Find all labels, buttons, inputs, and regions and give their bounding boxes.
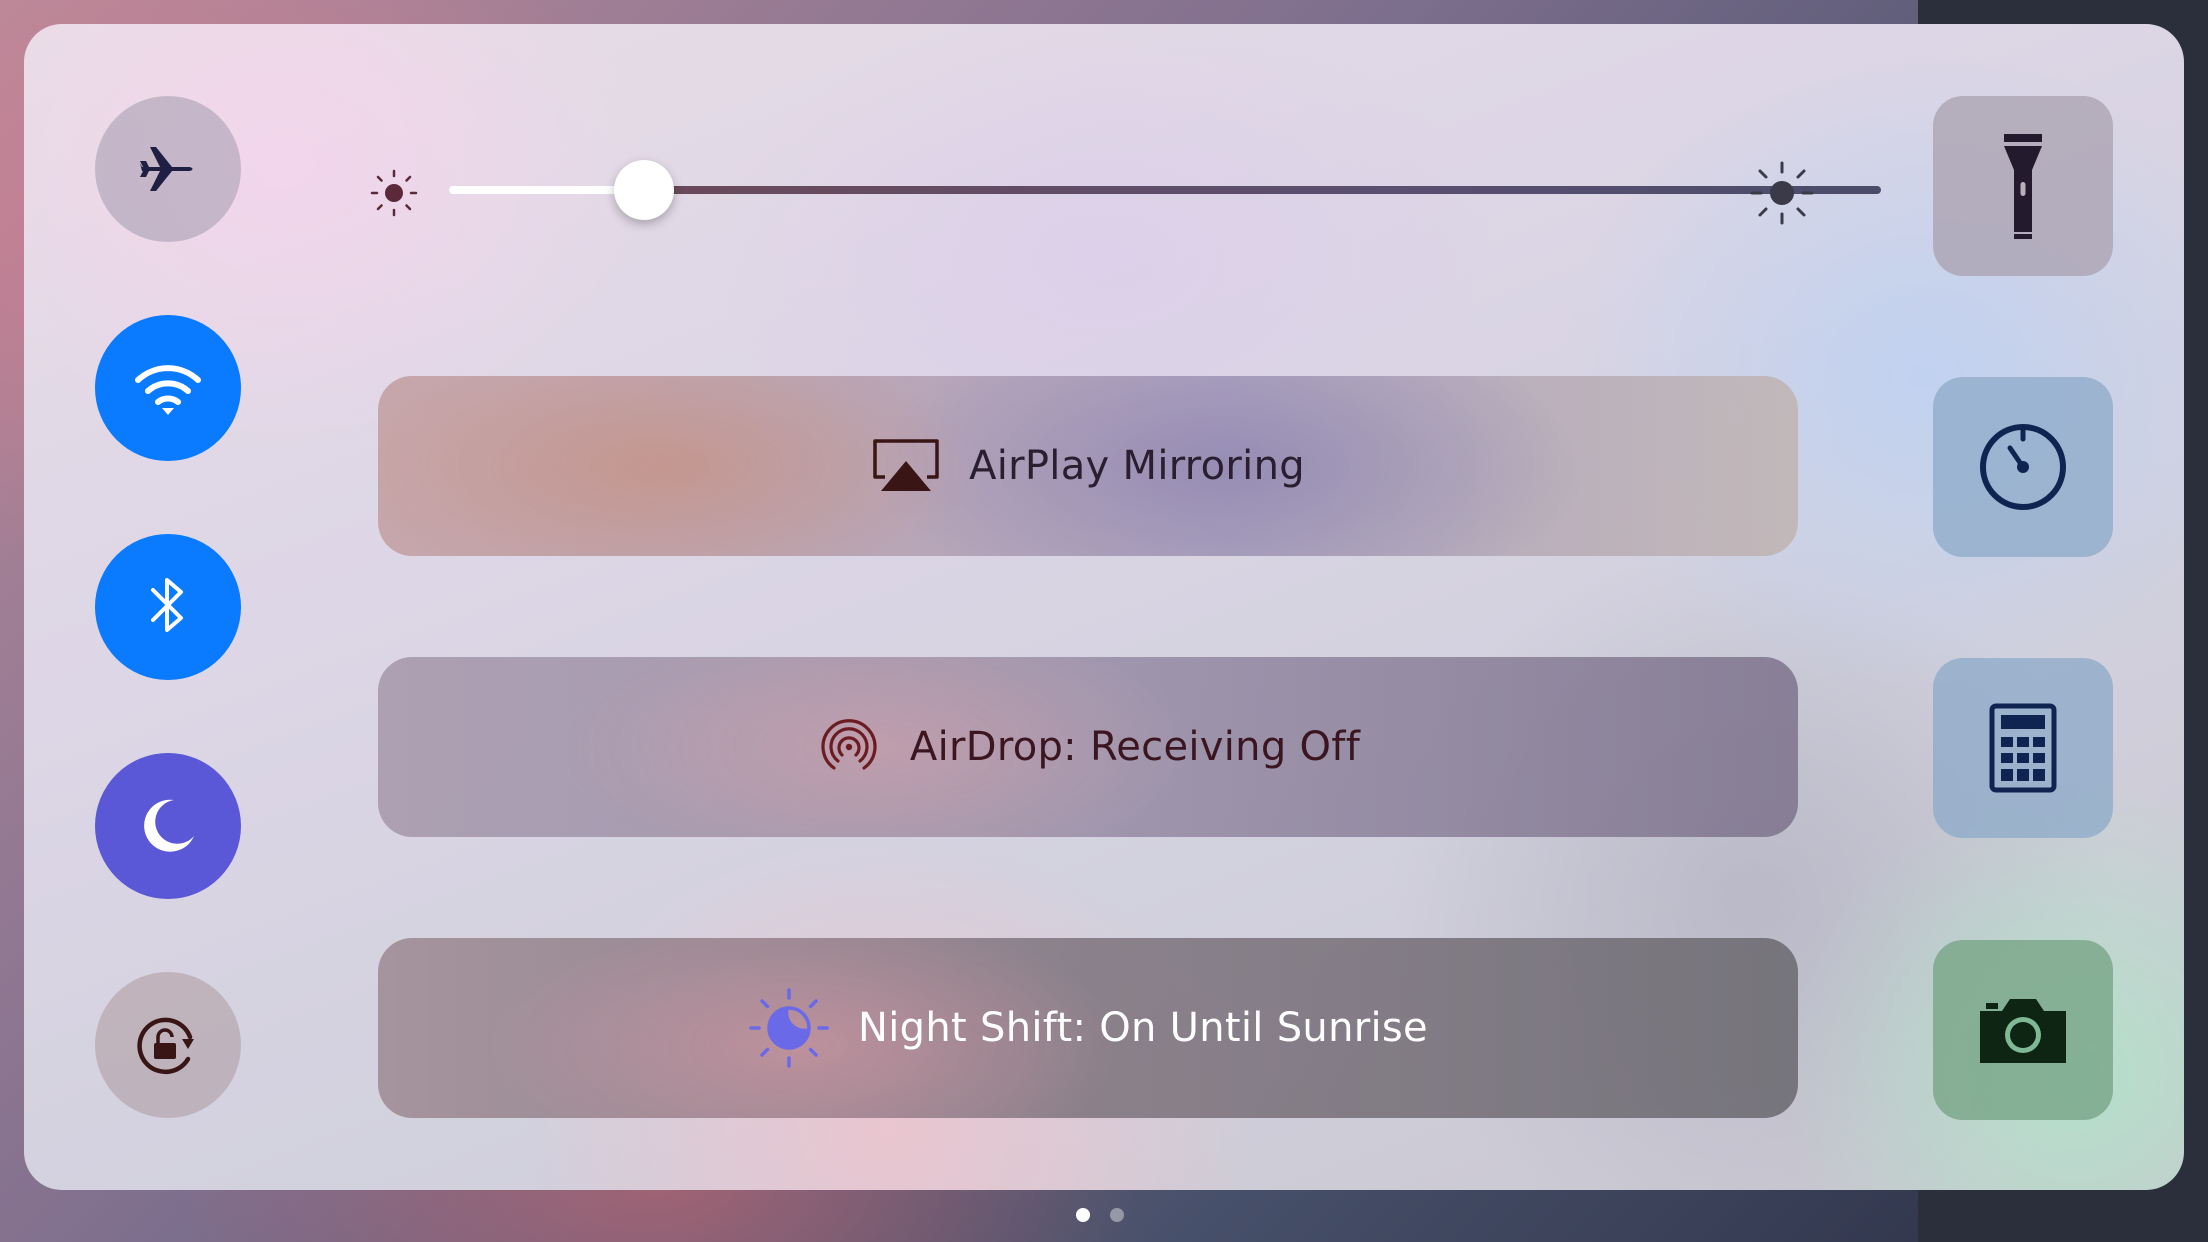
brightness-thumb[interactable] xyxy=(614,160,674,220)
moon-icon xyxy=(144,799,194,852)
sun-dim-icon xyxy=(370,169,418,217)
rotation-lock-icon xyxy=(137,1017,194,1075)
night-shift-icon xyxy=(749,988,829,1068)
night-shift-label: Night Shift: On Until Sunrise xyxy=(858,1005,1428,1051)
airplay-icon xyxy=(873,439,939,491)
timer-icon xyxy=(1980,424,2066,510)
do-not-disturb-toggle[interactable] xyxy=(95,753,241,899)
airplay-label: AirPlay Mirroring xyxy=(969,443,1305,489)
bluetooth-toggle[interactable] xyxy=(95,534,241,680)
calculator-button[interactable] xyxy=(1933,658,2113,838)
bluetooth-icon xyxy=(151,578,183,632)
camera-icon xyxy=(1980,999,2066,1063)
brightness-slider[interactable] xyxy=(369,144,1881,234)
airplay-mirroring-button[interactable]: AirPlay Mirroring xyxy=(378,376,1798,556)
page-dot-2[interactable] xyxy=(1110,1208,1124,1222)
wifi-icon xyxy=(135,365,201,415)
airplane-icon xyxy=(140,147,193,191)
control-center-panel: AirPlay Mirroring AirDrop: Receiving Off xyxy=(24,24,2184,1190)
calculator-icon xyxy=(1989,703,2057,793)
camera-button[interactable] xyxy=(1933,940,2113,1120)
page-dot-1[interactable] xyxy=(1076,1208,1090,1222)
wifi-toggle[interactable] xyxy=(95,315,241,461)
airdrop-label: AirDrop: Receiving Off xyxy=(909,724,1361,770)
flashlight-button[interactable] xyxy=(1933,96,2113,276)
airdrop-button[interactable]: AirDrop: Receiving Off xyxy=(378,657,1798,837)
rotation-lock-toggle[interactable] xyxy=(95,972,241,1118)
sun-bright-icon xyxy=(1750,161,1814,225)
brightness-track-empty xyxy=(649,186,1881,194)
timer-button[interactable] xyxy=(1933,377,2113,557)
night-shift-button[interactable]: Night Shift: On Until Sunrise xyxy=(378,938,1798,1118)
page-indicator[interactable] xyxy=(1076,1208,1124,1222)
airplane-mode-toggle[interactable] xyxy=(95,96,241,242)
airdrop-icon xyxy=(821,719,877,770)
flashlight-icon xyxy=(2004,134,2042,239)
